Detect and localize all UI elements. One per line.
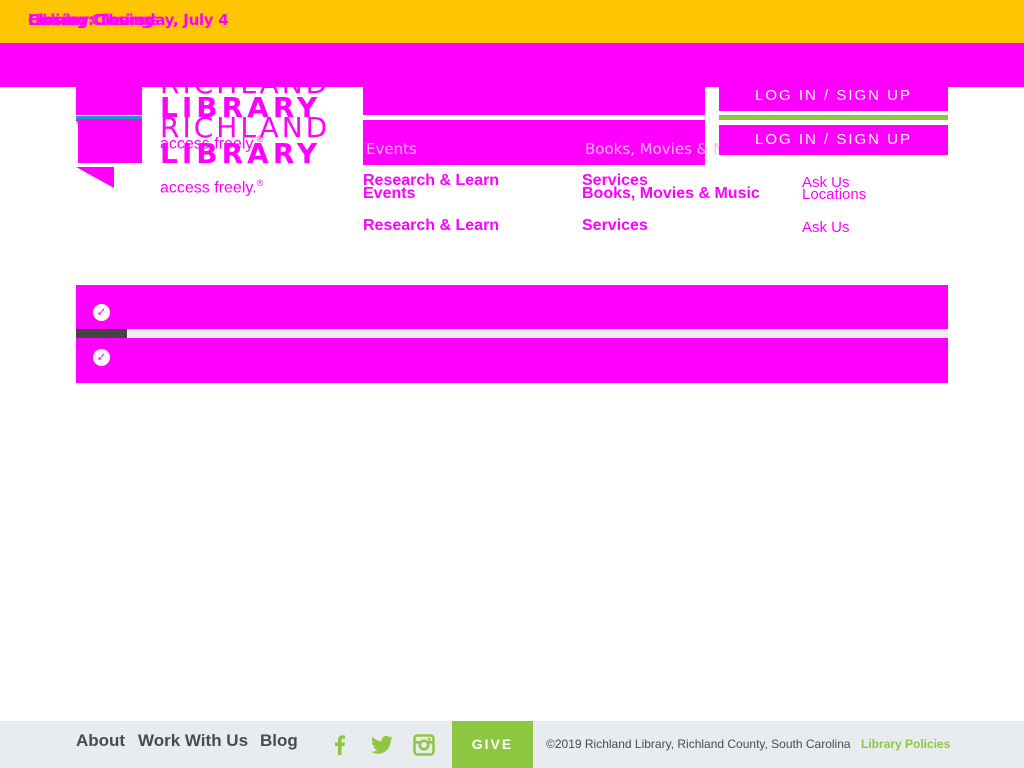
nav-ask-us-2[interactable]: Ask Us	[802, 219, 850, 236]
login-button-duplicate[interactable]: LOG IN / SIGN UP	[719, 125, 948, 155]
nav-research-learn-2[interactable]: Research & Learn	[363, 217, 499, 235]
progress-track	[76, 329, 948, 338]
nav-panel: Events Books, Movies & Music	[363, 120, 756, 165]
check-circle-icon: ✓	[93, 304, 110, 321]
twitter-icon[interactable]	[370, 733, 394, 757]
nav-ghost-events: Events	[366, 140, 417, 158]
logo-tagline: access freely.®	[160, 178, 264, 197]
footer-link-library-policies[interactable]: Library Policies	[861, 737, 950, 751]
login-button[interactable]: LOG IN / SIGN UP	[719, 81, 948, 111]
give-button[interactable]: GIVE	[452, 721, 533, 768]
login-divider	[719, 115, 948, 120]
copyright-text: ©2019 Richland Library, Richland County,…	[546, 737, 851, 751]
notice-banner: ✓	[76, 285, 948, 329]
nav-services-2[interactable]: Services	[582, 217, 648, 235]
alert-bar: Library Closings Holiday Closing Closing…	[0, 0, 1024, 43]
logo-tagline-back: access freely.®	[160, 134, 264, 153]
check-circle-icon: ✓	[93, 349, 110, 366]
alert-text-closing-date[interactable]: Closing: Thursday, July 4	[28, 11, 229, 29]
logo-icon[interactable]	[76, 87, 142, 195]
facebook-icon[interactable]	[328, 733, 352, 757]
footer-link-work-with-us[interactable]: Work With Us	[138, 731, 248, 751]
nav-books-movies-music[interactable]: Books, Movies & Music	[582, 185, 760, 203]
nav-events[interactable]: Events	[363, 185, 415, 203]
notice-banner-2: ✓	[76, 338, 948, 383]
search-input[interactable]	[363, 87, 705, 115]
footer-link-blog[interactable]: Blog	[260, 731, 298, 751]
progress-fill	[76, 329, 127, 338]
footer-link-about[interactable]: About	[76, 731, 125, 751]
logo-text-block[interactable]: RICHLAND LIBRARY RICHLAND LIBRARY access…	[160, 70, 360, 200]
nav-locations[interactable]: Locations	[802, 186, 866, 203]
instagram-icon[interactable]	[412, 733, 436, 757]
